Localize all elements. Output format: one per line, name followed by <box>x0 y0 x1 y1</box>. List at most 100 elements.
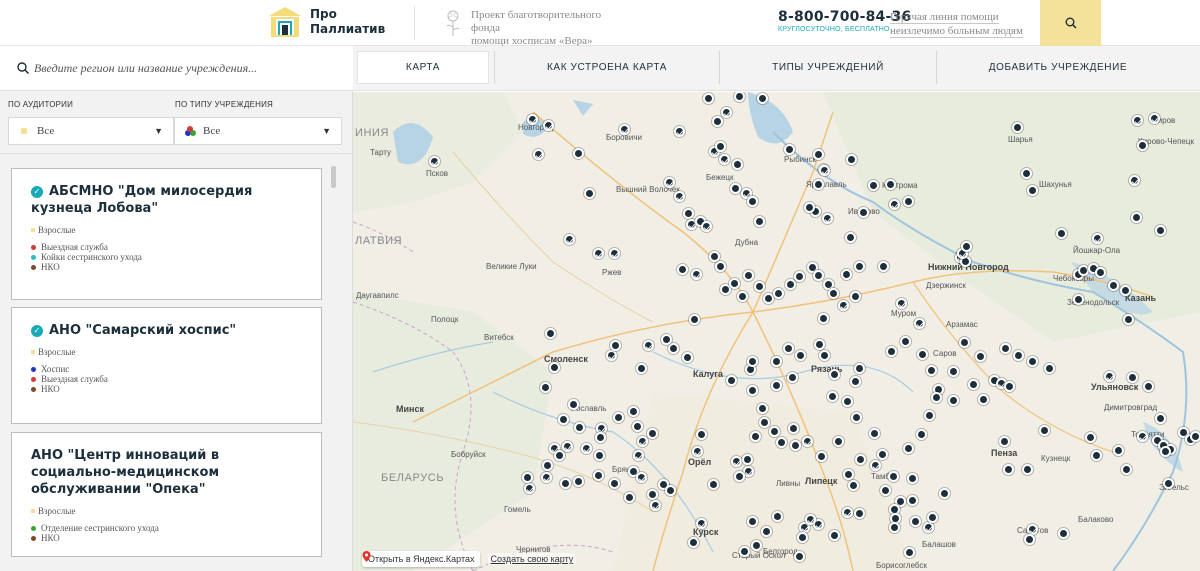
verified-marker-icon[interactable] <box>1137 431 1148 442</box>
institution-marker-icon[interactable] <box>573 148 584 159</box>
institution-marker-icon[interactable] <box>757 403 768 414</box>
institution-marker-icon[interactable] <box>785 279 796 290</box>
verified-marker-icon[interactable] <box>541 472 552 483</box>
institution-marker-icon[interactable] <box>999 436 1010 447</box>
institution-marker-icon[interactable] <box>850 376 861 387</box>
institution-marker-icon[interactable] <box>888 471 899 482</box>
institution-marker-icon[interactable] <box>754 216 765 227</box>
institution-marker-icon[interactable] <box>797 532 808 543</box>
institution-marker-icon[interactable] <box>841 269 852 280</box>
institution-marker-icon[interactable] <box>696 429 707 440</box>
institution-marker-icon[interactable] <box>549 362 560 373</box>
institution-marker-icon[interactable] <box>747 356 758 367</box>
verified-marker-icon[interactable] <box>543 120 554 131</box>
institution-marker-icon[interactable] <box>1000 343 1011 354</box>
institution-marker-icon[interactable] <box>545 328 556 339</box>
institution-marker-icon[interactable] <box>829 369 840 380</box>
institution-marker-icon[interactable] <box>1003 464 1014 475</box>
institution-marker-icon[interactable] <box>761 526 772 537</box>
institution-marker-icon[interactable] <box>1160 446 1171 457</box>
verified-marker-icon[interactable] <box>805 514 816 525</box>
verified-marker-icon[interactable] <box>696 518 707 529</box>
institution-marker-icon[interactable] <box>877 449 888 460</box>
institution-marker-icon[interactable] <box>948 366 959 377</box>
institution-marker-icon[interactable] <box>558 414 569 425</box>
institution-marker-icon[interactable] <box>907 473 918 484</box>
institution-marker-icon[interactable] <box>750 431 761 442</box>
verified-marker-icon[interactable] <box>637 436 648 447</box>
institution-marker-icon[interactable] <box>747 196 758 207</box>
institution-marker-icon[interactable] <box>1123 314 1134 325</box>
institution-marker-icon[interactable] <box>730 183 741 194</box>
institution-marker-icon[interactable] <box>926 365 937 376</box>
institution-marker-icon[interactable] <box>1091 450 1102 461</box>
institution-marker-icon[interactable] <box>842 396 853 407</box>
verified-marker-icon[interactable] <box>429 156 440 167</box>
institution-marker-icon[interactable] <box>924 410 935 421</box>
institution-marker-icon[interactable] <box>1108 280 1119 291</box>
verified-marker-icon[interactable] <box>527 114 538 125</box>
institution-marker-icon[interactable] <box>771 380 782 391</box>
institution-marker-icon[interactable] <box>961 241 972 252</box>
institution-marker-icon[interactable] <box>594 450 605 461</box>
institution-marker-icon[interactable] <box>747 516 758 527</box>
institution-marker-icon[interactable] <box>593 470 604 481</box>
institution-marker-icon[interactable] <box>878 261 889 272</box>
institution-marker-icon[interactable] <box>613 412 624 423</box>
institution-marker-icon[interactable] <box>804 202 815 213</box>
institution-marker-icon[interactable] <box>739 546 750 557</box>
verified-marker-icon[interactable] <box>593 248 604 259</box>
verified-marker-icon[interactable] <box>609 248 620 259</box>
institution-marker-icon[interactable] <box>1027 185 1038 196</box>
verified-marker-icon[interactable] <box>1132 115 1143 126</box>
institution-marker-icon[interactable] <box>1113 445 1124 456</box>
institution-marker-icon[interactable] <box>790 440 801 451</box>
institution-marker-icon[interactable] <box>743 270 754 281</box>
institution-marker-icon[interactable] <box>1137 140 1148 151</box>
institution-marker-icon[interactable] <box>1143 381 1154 392</box>
verified-marker-icon[interactable] <box>719 154 730 165</box>
verified-marker-icon[interactable] <box>914 318 925 329</box>
institution-marker-icon[interactable] <box>688 537 699 548</box>
institution-marker-icon[interactable] <box>1085 432 1096 443</box>
institution-marker-icon[interactable] <box>1121 464 1132 475</box>
institution-marker-icon[interactable] <box>858 207 869 218</box>
institution-marker-icon[interactable] <box>978 394 989 405</box>
hotline-description[interactable]: Горячая линия помощи неизлечимо больным … <box>890 10 1023 38</box>
institution-marker-icon[interactable] <box>773 288 784 299</box>
institution-marker-icon[interactable] <box>788 423 799 434</box>
institution-marker-icon[interactable] <box>833 436 844 447</box>
institution-marker-icon[interactable] <box>813 270 824 281</box>
verified-marker-icon[interactable] <box>1092 233 1103 244</box>
institution-marker-icon[interactable] <box>726 375 737 386</box>
institution-marker-icon[interactable] <box>1058 528 1069 539</box>
institution-marker-icon[interactable] <box>636 363 647 374</box>
institution-marker-icon[interactable] <box>1131 212 1142 223</box>
open-yandex-link[interactable]: Открыть в Яндекс.Картах <box>362 551 481 567</box>
institution-marker-icon[interactable] <box>1013 350 1024 361</box>
institution-marker-icon[interactable] <box>732 159 743 170</box>
institution-marker-icon[interactable] <box>737 291 748 302</box>
institution-marker-icon[interactable] <box>729 278 740 289</box>
institution-marker-icon[interactable] <box>975 351 986 362</box>
institution-marker-icon[interactable] <box>703 93 714 104</box>
institution-marker-icon[interactable] <box>828 288 839 299</box>
institution-marker-icon[interactable] <box>868 180 879 191</box>
verified-marker-icon[interactable] <box>842 507 853 518</box>
tab-institution-types[interactable]: ТИПЫ УЧРЕЖДЕНИЙ <box>720 51 936 84</box>
institution-card[interactable]: ✓ АБСМНО "Дом милосердия кузнеца Лобова" … <box>11 168 322 300</box>
institution-marker-icon[interactable] <box>522 472 533 483</box>
institution-marker-icon[interactable] <box>829 530 840 541</box>
institution-marker-icon[interactable] <box>816 451 827 462</box>
institution-marker-icon[interactable] <box>869 428 880 439</box>
institution-marker-icon[interactable] <box>647 428 658 439</box>
institution-marker-icon[interactable] <box>1022 464 1033 475</box>
verified-marker-icon[interactable] <box>636 472 647 483</box>
institution-marker-icon[interactable] <box>554 450 565 461</box>
institution-marker-icon[interactable] <box>813 149 824 160</box>
institution-marker-icon[interactable] <box>1120 285 1131 296</box>
institution-marker-icon[interactable] <box>1056 228 1067 239</box>
institution-marker-icon[interactable] <box>916 429 927 440</box>
verified-marker-icon[interactable] <box>1149 113 1160 124</box>
header-search-button[interactable] <box>1040 0 1101 46</box>
